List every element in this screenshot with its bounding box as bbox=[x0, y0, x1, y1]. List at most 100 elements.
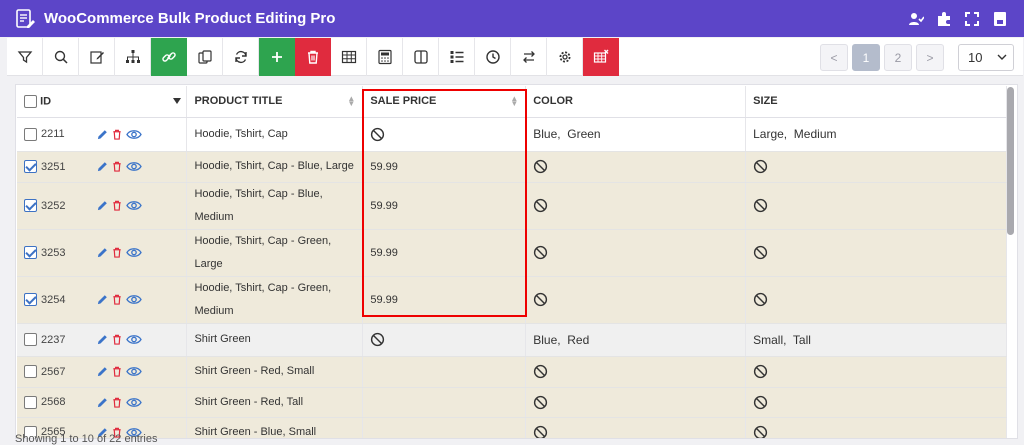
row-checkbox[interactable] bbox=[24, 293, 37, 306]
sale-price-cell[interactable] bbox=[362, 323, 527, 357]
color-column-header[interactable]: COLOR bbox=[525, 86, 747, 118]
trash-icon[interactable] bbox=[112, 334, 122, 345]
sale-price-cell[interactable]: 59.99 bbox=[362, 276, 527, 324]
pencil-icon[interactable] bbox=[97, 129, 108, 140]
eye-icon[interactable] bbox=[126, 294, 142, 305]
refresh-button[interactable] bbox=[223, 37, 259, 76]
color-cell[interactable] bbox=[525, 151, 747, 183]
table-row[interactable]: 3252 Hoodie, Tshirt, Cap - Blue, Medium 59.… bbox=[17, 182, 1007, 230]
sale-price-cell[interactable]: 59.99 bbox=[362, 229, 527, 277]
product-title-cell[interactable]: Hoodie, Tshirt, Cap - Blue, Medium bbox=[186, 182, 364, 230]
row-checkbox[interactable] bbox=[24, 160, 37, 173]
add-product-button[interactable] bbox=[259, 37, 295, 76]
color-cell[interactable] bbox=[525, 356, 747, 388]
settings-button[interactable] bbox=[547, 37, 583, 76]
row-checkbox[interactable] bbox=[24, 246, 37, 259]
sale-price-cell[interactable] bbox=[362, 417, 527, 438]
pencil-icon[interactable] bbox=[97, 161, 108, 172]
pencil-icon[interactable] bbox=[97, 397, 108, 408]
sale-price-cell[interactable] bbox=[362, 356, 527, 388]
color-cell[interactable] bbox=[525, 276, 747, 324]
sale-price-cell[interactable] bbox=[362, 387, 527, 418]
pencil-icon[interactable] bbox=[97, 247, 108, 258]
puzzle-icon[interactable] bbox=[936, 11, 952, 27]
size-cell[interactable] bbox=[745, 417, 1007, 438]
trash-icon[interactable] bbox=[112, 200, 122, 211]
table-row[interactable]: 2565 Shirt Green - Blue, Small bbox=[17, 417, 1007, 438]
fullscreen-icon[interactable] bbox=[964, 11, 980, 27]
trash-icon[interactable] bbox=[112, 129, 122, 140]
row-checkbox[interactable] bbox=[24, 365, 37, 378]
product-title-cell[interactable]: Hoodie, Tshirt, Cap bbox=[186, 117, 364, 152]
list-button[interactable] bbox=[439, 37, 475, 76]
product-title-cell[interactable]: Shirt Green - Red, Small bbox=[186, 356, 364, 388]
save-icon[interactable] bbox=[992, 11, 1008, 27]
table-row[interactable]: 2211 Hoodie, Tshirt, Cap Blue, Green Large,… bbox=[17, 117, 1007, 152]
eye-icon[interactable] bbox=[126, 366, 142, 377]
pencil-icon[interactable] bbox=[97, 200, 108, 211]
table-row[interactable]: 2568 Shirt Green - Red, Tall bbox=[17, 387, 1007, 418]
search-button[interactable] bbox=[43, 37, 79, 76]
sale-price-cell[interactable] bbox=[362, 117, 527, 152]
eye-icon[interactable] bbox=[126, 161, 142, 172]
color-cell[interactable] bbox=[525, 417, 747, 438]
eye-icon[interactable] bbox=[126, 334, 142, 345]
color-cell[interactable] bbox=[525, 229, 747, 277]
sale-price-column-header[interactable]: SALE PRICE ▲ ▼ bbox=[362, 86, 527, 118]
size-cell[interactable]: Small, Tall bbox=[745, 323, 1007, 357]
caret-down-icon[interactable] bbox=[173, 98, 182, 104]
eye-icon[interactable] bbox=[126, 200, 142, 211]
hierarchy-button[interactable] bbox=[115, 37, 151, 76]
page-size-select[interactable]: 10 bbox=[958, 44, 1014, 71]
product-title-cell[interactable]: Shirt Green - Red, Tall bbox=[186, 387, 364, 418]
color-cell[interactable] bbox=[525, 182, 747, 230]
pencil-icon[interactable] bbox=[97, 294, 108, 305]
table-row[interactable]: 2237 Shirt Green Blue, Red Small, Tall bbox=[17, 323, 1007, 357]
next-page-button[interactable]: > bbox=[916, 44, 944, 71]
pencil-icon[interactable] bbox=[97, 366, 108, 377]
table-view-button[interactable] bbox=[331, 37, 367, 76]
color-cell[interactable]: Blue, Red bbox=[525, 323, 747, 357]
size-cell[interactable] bbox=[745, 229, 1007, 277]
remove-filter-button[interactable] bbox=[583, 37, 619, 76]
row-checkbox[interactable] bbox=[24, 395, 37, 409]
id-column-header[interactable]: ID bbox=[17, 86, 188, 118]
page-1-button[interactable]: 1 bbox=[852, 44, 880, 71]
size-column-header[interactable]: SIZE bbox=[745, 86, 1007, 118]
size-cell[interactable] bbox=[745, 182, 1007, 230]
color-cell[interactable] bbox=[525, 387, 747, 418]
trash-icon[interactable] bbox=[112, 247, 122, 258]
pencil-icon[interactable] bbox=[97, 334, 108, 345]
trash-icon[interactable] bbox=[112, 397, 122, 408]
vertical-scrollbar[interactable] bbox=[1007, 87, 1014, 235]
eye-icon[interactable] bbox=[126, 247, 142, 258]
size-cell[interactable] bbox=[745, 387, 1007, 418]
duplicate-button[interactable] bbox=[187, 37, 223, 76]
eye-icon[interactable] bbox=[126, 397, 142, 408]
sort-icon[interactable]: ▲ ▼ bbox=[510, 95, 518, 108]
page-2-button[interactable]: 2 bbox=[884, 44, 912, 71]
filter-button[interactable] bbox=[7, 37, 43, 76]
calculator-button[interactable] bbox=[367, 37, 403, 76]
sale-price-cell[interactable]: 59.99 bbox=[362, 182, 527, 230]
product-title-column-header[interactable]: PRODUCT TITLE ▲ ▼ bbox=[186, 86, 364, 118]
table-row[interactable]: 2567 Shirt Green - Red, Small bbox=[17, 356, 1007, 388]
edit-button[interactable] bbox=[79, 37, 115, 76]
table-row[interactable]: 3254 Hoodie, Tshirt, Cap - Green, Medium 59… bbox=[17, 276, 1007, 324]
size-cell[interactable] bbox=[745, 356, 1007, 388]
history-button[interactable] bbox=[475, 37, 511, 76]
row-checkbox[interactable] bbox=[24, 127, 37, 141]
product-title-cell[interactable]: Hoodie, Tshirt, Cap - Green, Large bbox=[186, 229, 364, 277]
product-title-cell[interactable]: Hoodie, Tshirt, Cap - Blue, Large bbox=[186, 151, 364, 183]
table-row[interactable]: 3251 Hoodie, Tshirt, Cap - Blue, Large 59.… bbox=[17, 151, 1007, 183]
size-cell[interactable]: Large, Medium bbox=[745, 117, 1007, 152]
product-title-cell[interactable]: Shirt Green bbox=[186, 323, 364, 357]
sale-price-cell[interactable]: 59.99 bbox=[362, 151, 527, 183]
size-cell[interactable] bbox=[745, 151, 1007, 183]
select-all-checkbox[interactable] bbox=[24, 94, 37, 108]
link-button[interactable] bbox=[151, 37, 187, 76]
user-settings-icon[interactable] bbox=[908, 11, 924, 27]
row-checkbox[interactable] bbox=[24, 199, 37, 212]
row-checkbox[interactable] bbox=[24, 333, 37, 346]
product-title-cell[interactable]: Shirt Green - Blue, Small bbox=[186, 417, 364, 438]
